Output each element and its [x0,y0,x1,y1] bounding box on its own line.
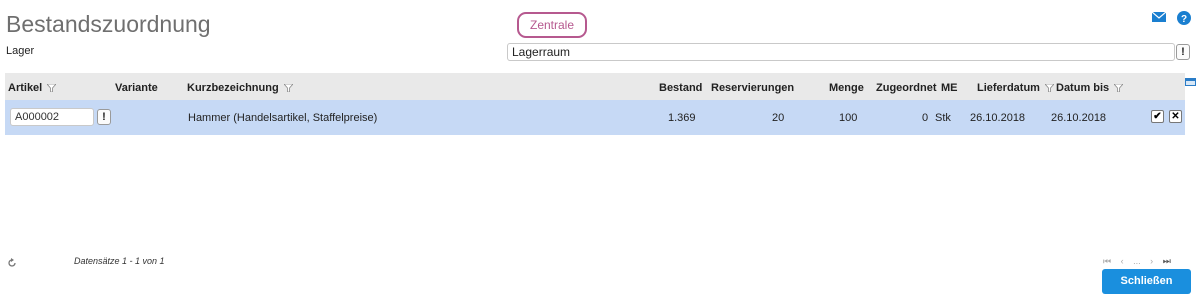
lager-label: Lager [6,45,35,57]
cell-bestand: 1.369 [668,112,696,124]
column-header-zugeordnet[interactable]: Zugeordnet [876,82,937,94]
filter-icon[interactable] [283,84,293,93]
column-header-menge[interactable]: Menge [829,82,864,94]
confirm-row-button[interactable]: ✔ [1151,110,1164,123]
column-label: Datum bis [1056,82,1110,94]
filter-icon[interactable] [1114,84,1124,93]
page-ellipsis: ... [1133,256,1141,266]
cell-kurzbezeichnung: Hammer (Handelsartikel, Staffelpreise) [188,112,378,124]
svg-text:?: ? [1181,14,1187,25]
last-page-icon[interactable]: ⏭ [1163,256,1171,266]
record-count: Datensätze 1 - 1 von 1 [74,256,165,266]
close-button[interactable]: Schließen [1102,269,1191,294]
column-label: Kurzbezeichnung [187,82,279,94]
column-header-artikel[interactable]: Artikel [8,82,57,94]
cell-lieferdatum: 26.10.2018 [970,112,1026,124]
refresh-icon[interactable] [7,258,17,268]
column-header-variante[interactable]: Variante [115,82,158,94]
help-icon[interactable]: ? [1177,11,1191,25]
artikel-input[interactable]: A000002 [10,108,94,126]
filter-icon[interactable] [47,84,57,93]
cell-datum-bis: 26.10.2018 [1051,112,1107,124]
filter-icon[interactable] [1045,84,1055,93]
artikel-lookup-button[interactable]: ! [97,109,111,125]
page-title: Bestandszuordnung [6,11,211,37]
column-header-me[interactable]: ME [941,82,958,94]
column-header-bestand[interactable]: Bestand [659,82,702,94]
column-chooser-icon[interactable] [1185,78,1196,86]
column-header-lieferdatum[interactable]: Lieferdatum [977,82,1055,94]
prev-page-icon[interactable]: ‹ [1121,256,1124,266]
lager-lookup-button[interactable]: ! [1176,44,1190,60]
column-label: Artikel [8,82,43,94]
cell-zugeordnet: 0 [922,112,929,124]
first-page-icon[interactable]: ⏮ [1103,256,1111,266]
context-badge-button[interactable]: Zentrale [517,12,587,38]
column-label: Lieferdatum [977,82,1040,94]
cell-menge[interactable]: 100 [839,112,857,124]
cell-me: Stk [935,112,951,124]
delete-row-button[interactable]: ✕ [1169,110,1182,123]
column-header-kurzbezeichnung[interactable]: Kurzbezeichnung [187,82,293,94]
column-header-reservierungen[interactable]: Reservierungen [711,82,794,94]
table-header: Artikel Variante Kurzbezeichnung Bestand… [5,73,1196,100]
lager-field[interactable]: Lagerraum [507,43,1175,61]
cell-reservierungen: 20 [772,112,785,124]
envelope-icon[interactable] [1152,12,1166,22]
pagination: ⏮ ‹ ... › ⏭ [1103,256,1178,267]
column-header-datum-bis[interactable]: Datum bis [1056,82,1124,94]
next-page-icon[interactable]: › [1150,256,1153,266]
table-row[interactable]: A000002 ! Hammer (Handelsartikel, Staffe… [5,100,1185,135]
